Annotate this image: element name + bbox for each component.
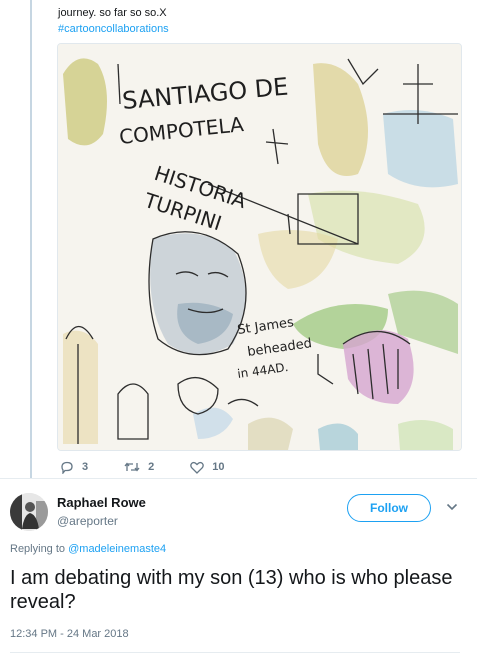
divider (10, 652, 460, 653)
tweet-media-image[interactable]: SANTIAGO DE COMPOTELA HISTORIA TURPINI S… (57, 43, 462, 451)
replying-to-mention[interactable]: @madeleinemaste4 (68, 543, 166, 555)
divider (0, 478, 477, 479)
heart-icon (190, 461, 205, 474)
tweet-text: I am debating with my son (13) who is wh… (10, 567, 453, 613)
author-handle[interactable]: @areporter (57, 514, 118, 528)
reply-icon (61, 461, 73, 474)
sketch-illustration: SANTIAGO DE COMPOTELA HISTORIA TURPINI S… (58, 44, 461, 450)
reply-action[interactable]: 3 (60, 461, 88, 474)
follow-button[interactable]: Follow (347, 494, 431, 522)
reply-count: 3 (82, 461, 89, 473)
like-action[interactable]: 10 (190, 461, 225, 474)
replying-to: Replying to @madeleinemaste4 (10, 543, 166, 555)
hashtag-link[interactable]: #cartooncollaborations (58, 22, 169, 36)
tweet-actions: 3 2 10 (60, 458, 261, 476)
like-count: 10 (212, 461, 225, 473)
retweet-count: 2 (148, 461, 155, 473)
retweet-action[interactable]: 2 (124, 461, 154, 473)
retweet-icon (124, 462, 140, 472)
thread-connector-line (30, 0, 32, 478)
avatar-image (10, 493, 48, 531)
chevron-down-icon[interactable] (446, 503, 458, 511)
replying-to-prefix: Replying to (10, 543, 66, 555)
tweet-timestamp[interactable]: 12:34 PM - 24 Mar 2018 (10, 628, 129, 640)
tweet-text-tail: journey. so far so so.X (58, 7, 167, 19)
author-display-name[interactable]: Raphael Rowe (57, 495, 146, 510)
avatar[interactable] (10, 493, 48, 531)
